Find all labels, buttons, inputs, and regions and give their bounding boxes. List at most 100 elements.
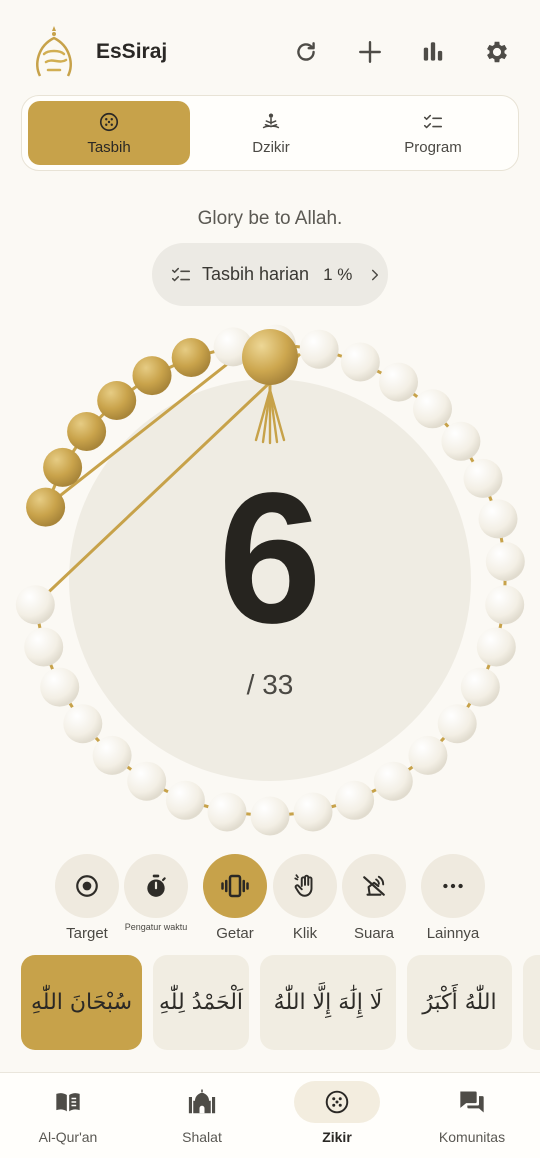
statistics-button[interactable]	[415, 34, 451, 70]
mosque-icon	[188, 1089, 216, 1114]
gear-icon	[487, 41, 507, 63]
bead	[127, 761, 167, 801]
bead	[485, 585, 525, 625]
dhikr-tahlil[interactable]: لَا إِلَٰهَ إِلَّا اللّٰهُ	[260, 955, 396, 1050]
nav-shalat-label: Shalat	[182, 1129, 222, 1145]
essiraj-logo	[36, 26, 72, 77]
bead	[15, 585, 55, 625]
bar-chart-icon	[423, 42, 443, 61]
bead	[485, 542, 525, 581]
program-progress-button[interactable]: Tasbih harian 1 %	[152, 243, 388, 306]
bead	[165, 780, 205, 820]
nav-quran-label: Al-Qur'an	[38, 1129, 98, 1145]
checklist-icon	[171, 267, 191, 281]
more-label: Lainnya	[426, 925, 480, 942]
tab-program-label: Program	[404, 138, 462, 156]
dhikr-translation: Glory be to Allah.	[197, 208, 343, 229]
stopwatch-icon	[147, 874, 166, 897]
chevron-right-icon	[372, 269, 379, 280]
bead-counted	[43, 447, 83, 487]
vibrate-icon	[221, 874, 249, 898]
vibrate-label: Getar	[216, 925, 254, 942]
bead	[441, 421, 481, 461]
plus-icon	[359, 41, 381, 63]
timer-button[interactable]: Pengatur waktu	[124, 854, 188, 932]
bead	[335, 780, 375, 820]
bead-counted	[132, 356, 172, 396]
bead	[40, 667, 80, 707]
app-header: EsSiraj	[0, 20, 540, 84]
bead-counted	[26, 487, 66, 527]
bead	[463, 458, 503, 498]
tasbih-counter[interactable]: 6 / 33	[0, 320, 540, 840]
sound-button[interactable]: Suara	[342, 854, 406, 942]
tasbih-icon	[325, 1090, 349, 1114]
mode-tabs: Tasbih Dzikir Program	[21, 95, 519, 171]
nav-zikir-label: Zikir	[322, 1129, 352, 1145]
checklist-icon	[423, 114, 443, 128]
sound-label: Suara	[353, 925, 395, 942]
bead	[293, 792, 333, 832]
tab-program[interactable]: Program	[352, 101, 514, 165]
tab-tasbih[interactable]: Tasbih	[28, 101, 190, 165]
bead	[207, 792, 247, 832]
nav-zikir[interactable]: Zikir	[277, 1081, 397, 1145]
dhikr-alhamdulillah[interactable]: اَلْحَمْدُ لِلّٰهِ	[153, 955, 249, 1050]
nav-komunitas[interactable]: Komunitas	[412, 1081, 532, 1145]
bottom-navigation: Al-Qur'an Shalat Zikir Komunitas	[0, 1072, 540, 1158]
target-button[interactable]: Target	[55, 854, 119, 942]
head-bead	[242, 329, 298, 385]
refresh-icon	[297, 42, 315, 61]
count-value: 6	[218, 455, 321, 662]
bead	[373, 761, 413, 801]
tasbih-controls: Target Pengatur waktu Getar Klik Suara L…	[0, 854, 540, 946]
bead	[250, 796, 290, 836]
settings-button[interactable]	[479, 34, 515, 70]
book-icon	[56, 1093, 80, 1112]
app-title: EsSiraj	[96, 40, 168, 63]
bead-counted	[97, 381, 137, 420]
tab-dzikir-label: Dzikir	[252, 138, 290, 156]
nav-quran[interactable]: Al-Qur'an	[8, 1081, 128, 1145]
bead	[340, 342, 380, 382]
meditation-icon	[262, 112, 280, 128]
dhikr-next-partial[interactable]	[523, 955, 540, 1050]
more-icon	[443, 883, 463, 889]
dhikr-allahu-akbar[interactable]: اللّٰهُ أَكْبَرُ	[407, 955, 512, 1050]
sound-off-icon	[363, 875, 385, 896]
target-label: Target	[66, 925, 108, 942]
click-label: Klik	[292, 925, 318, 942]
bead	[379, 362, 418, 402]
bead	[299, 329, 339, 369]
target-icon	[76, 875, 98, 897]
bead	[408, 735, 448, 775]
bead-counted	[67, 412, 107, 451]
click-button[interactable]: Klik	[273, 854, 337, 942]
bead	[63, 704, 103, 744]
tab-dzikir[interactable]: Dzikir	[190, 101, 352, 165]
program-name: Tasbih harian	[202, 264, 310, 284]
bead	[24, 627, 64, 667]
bead	[478, 499, 518, 539]
bead-counted	[171, 338, 211, 377]
hand-icon	[294, 874, 313, 897]
tab-tasbih-label: Tasbih	[87, 138, 131, 156]
nav-shalat[interactable]: Shalat	[142, 1081, 262, 1145]
bead	[437, 704, 477, 744]
vibrate-button[interactable]: Getar	[203, 854, 267, 942]
timer-label: Pengatur waktu	[124, 922, 188, 932]
nav-komunitas-label: Komunitas	[438, 1129, 506, 1145]
more-button[interactable]: Lainnya	[421, 854, 485, 942]
count-target: / 33	[247, 669, 294, 700]
dhikr-subhanallah[interactable]: سُبْحَانَ اللّٰهِ	[21, 955, 142, 1050]
bead	[460, 667, 500, 707]
add-button[interactable]	[352, 34, 388, 70]
bead	[92, 735, 132, 775]
bead	[413, 389, 452, 429]
dhikr-selector: سُبْحَانَ اللّٰهِ اَلْحَمْدُ لِلّٰهِ لَا…	[0, 955, 540, 1051]
refresh-button[interactable]	[288, 34, 324, 70]
tasbih-icon	[99, 112, 119, 131]
bead	[476, 627, 516, 667]
program-percent: 1 %	[323, 264, 353, 284]
chat-icon	[460, 1091, 484, 1113]
